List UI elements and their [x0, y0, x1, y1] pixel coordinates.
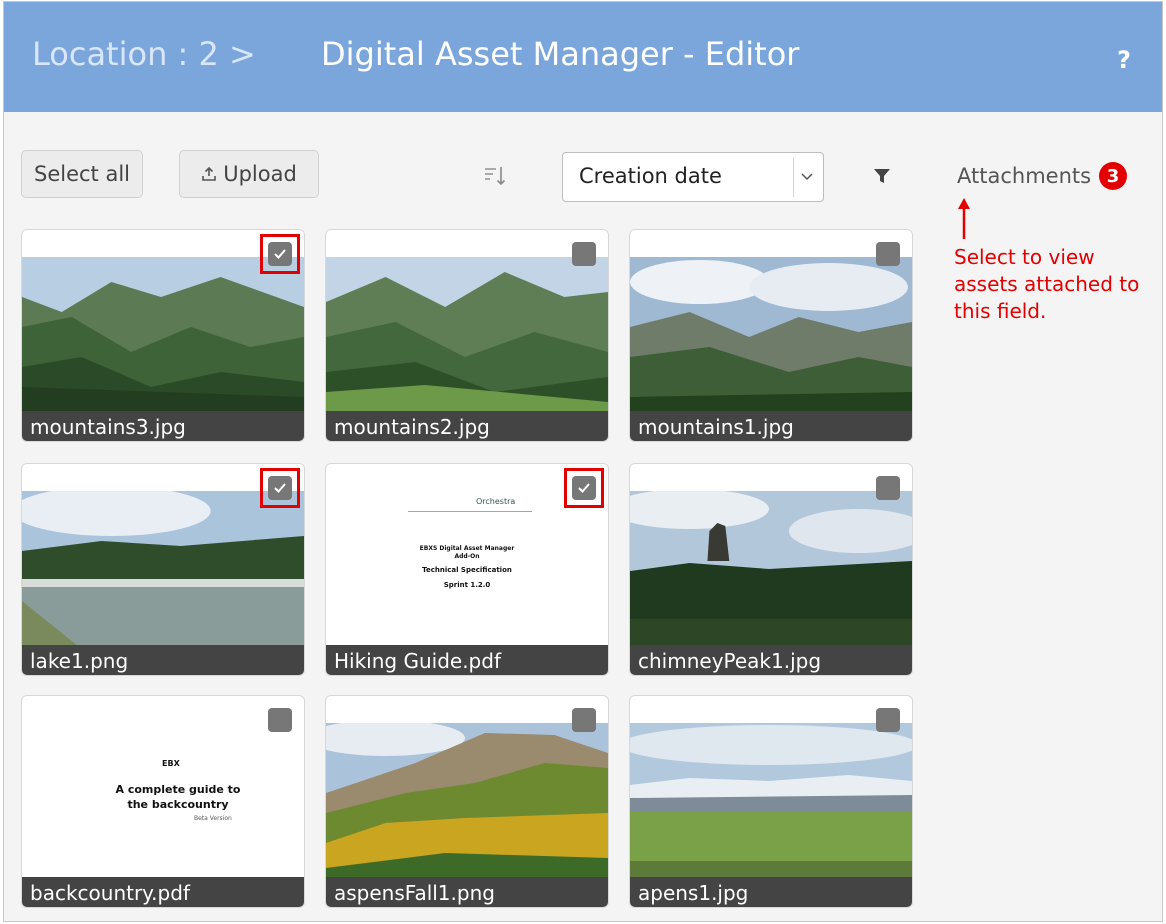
- asset-thumbnail: [630, 723, 912, 881]
- asset-thumbnail: [630, 491, 912, 649]
- asset-select-checkbox[interactable]: [268, 708, 292, 732]
- asset-card[interactable]: aspensFall1.png: [325, 695, 609, 908]
- select-all-button[interactable]: Select all: [21, 150, 143, 198]
- annotation-arrow-icon: [958, 198, 970, 239]
- asset-select-checkbox[interactable]: [572, 242, 596, 266]
- asset-name: mountains3.jpg: [22, 411, 304, 441]
- asset-name: lake1.png: [22, 645, 304, 675]
- page-title: Digital Asset Manager - Editor: [321, 35, 800, 73]
- help-button[interactable]: ?: [1117, 46, 1131, 74]
- asset-thumbnail: EBX A complete guide to the backcountry …: [22, 723, 304, 881]
- attachments-label: Attachments: [957, 164, 1092, 188]
- document-line: EBX: [162, 759, 180, 768]
- asset-select-checkbox[interactable]: [268, 476, 292, 500]
- asset-card[interactable]: lake1.png: [21, 463, 305, 676]
- upload-button[interactable]: Upload: [179, 150, 319, 198]
- document-line: A complete guide to: [115, 783, 241, 796]
- asset-name: Hiking Guide.pdf: [326, 645, 608, 675]
- asset-select-checkbox[interactable]: [268, 242, 292, 266]
- asset-thumbnail: [22, 491, 304, 649]
- breadcrumb-separator: >: [229, 35, 256, 73]
- asset-card[interactable]: mountains2.jpg: [325, 229, 609, 442]
- asset-card[interactable]: apens1.jpg: [629, 695, 913, 908]
- attachments-count-badge: 3: [1099, 162, 1128, 190]
- chevron-down-icon: [793, 157, 819, 197]
- asset-select-checkbox[interactable]: [572, 708, 596, 732]
- asset-card[interactable]: EBX A complete guide to the backcountry …: [21, 695, 305, 908]
- dam-editor-window: Location : 2 > Digital Asset Manager - E…: [3, 1, 1163, 922]
- sort-by-select[interactable]: Creation date: [562, 152, 824, 202]
- asset-name: mountains1.jpg: [630, 411, 912, 441]
- document-line: Technical Specification: [422, 566, 512, 574]
- asset-thumbnail: [630, 257, 912, 415]
- breadcrumb: Location : 2 >: [32, 35, 256, 73]
- document-line: Beta Version: [194, 815, 232, 822]
- attachments-toggle[interactable]: Attachments 3: [957, 162, 1128, 190]
- header-bar: Location : 2 > Digital Asset Manager - E…: [4, 2, 1162, 112]
- sort-order-icon[interactable]: [483, 164, 507, 188]
- asset-select-checkbox[interactable]: [876, 476, 900, 500]
- document-line: the backcountry: [127, 798, 229, 811]
- asset-select-checkbox[interactable]: [876, 708, 900, 732]
- breadcrumb-location-link[interactable]: Location: [32, 35, 167, 73]
- upload-icon: [202, 166, 217, 181]
- asset-name: apens1.jpg: [630, 877, 912, 907]
- breadcrumb-colon: :: [177, 35, 189, 73]
- asset-select-checkbox[interactable]: [572, 476, 596, 500]
- sort-by-value: Creation date: [579, 164, 722, 188]
- asset-name: chimneyPeak1.jpg: [630, 645, 912, 675]
- asset-name: backcountry.pdf: [22, 877, 304, 907]
- asset-card[interactable]: mountains1.jpg: [629, 229, 913, 442]
- asset-card[interactable]: Orchestra EBXS Digital Asset Manager Add…: [325, 463, 609, 676]
- breadcrumb-location-value[interactable]: 2: [198, 35, 218, 73]
- upload-label: Upload: [223, 162, 297, 186]
- asset-name: aspensFall1.png: [326, 877, 608, 907]
- filter-icon[interactable]: [873, 167, 891, 185]
- asset-thumbnail: Orchestra EBXS Digital Asset Manager Add…: [326, 491, 608, 649]
- asset-thumbnail: [326, 723, 608, 881]
- document-line: Sprint 1.2.0: [443, 581, 491, 589]
- asset-card[interactable]: chimneyPeak1.jpg: [629, 463, 913, 676]
- asset-select-checkbox[interactable]: [876, 242, 900, 266]
- document-logo: Orchestra: [476, 497, 516, 506]
- asset-thumbnail: [326, 257, 608, 415]
- asset-card[interactable]: mountains3.jpg: [21, 229, 305, 442]
- document-line: Add-On: [454, 553, 480, 560]
- asset-name: mountains2.jpg: [326, 411, 608, 441]
- annotation-callout: Select to view assets attached to this f…: [954, 245, 1140, 323]
- document-line: EBXS Digital Asset Manager: [419, 545, 515, 552]
- asset-thumbnail: [22, 257, 304, 415]
